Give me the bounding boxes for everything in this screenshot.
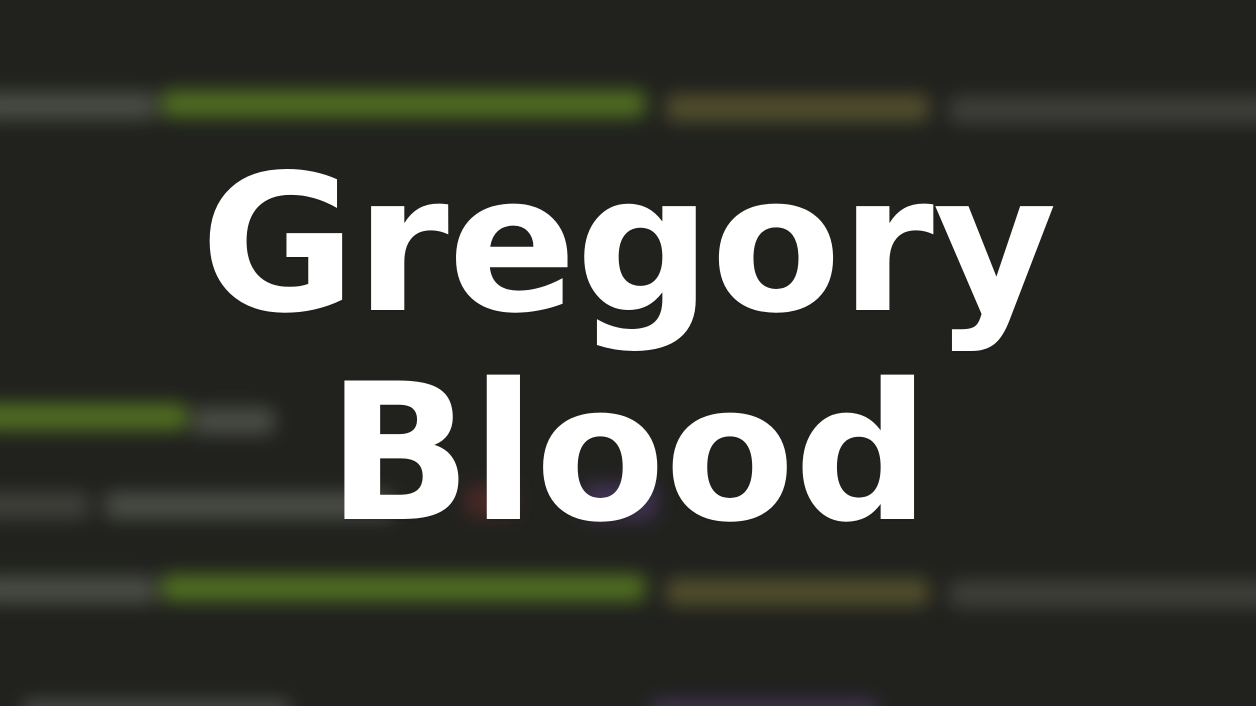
name-line-1: Gregory	[200, 134, 1057, 355]
hero-banner: Gregory Blood	[0, 0, 1256, 706]
name-line-2: Blood	[326, 343, 930, 564]
name-title: Gregory Blood	[0, 0, 1256, 706]
